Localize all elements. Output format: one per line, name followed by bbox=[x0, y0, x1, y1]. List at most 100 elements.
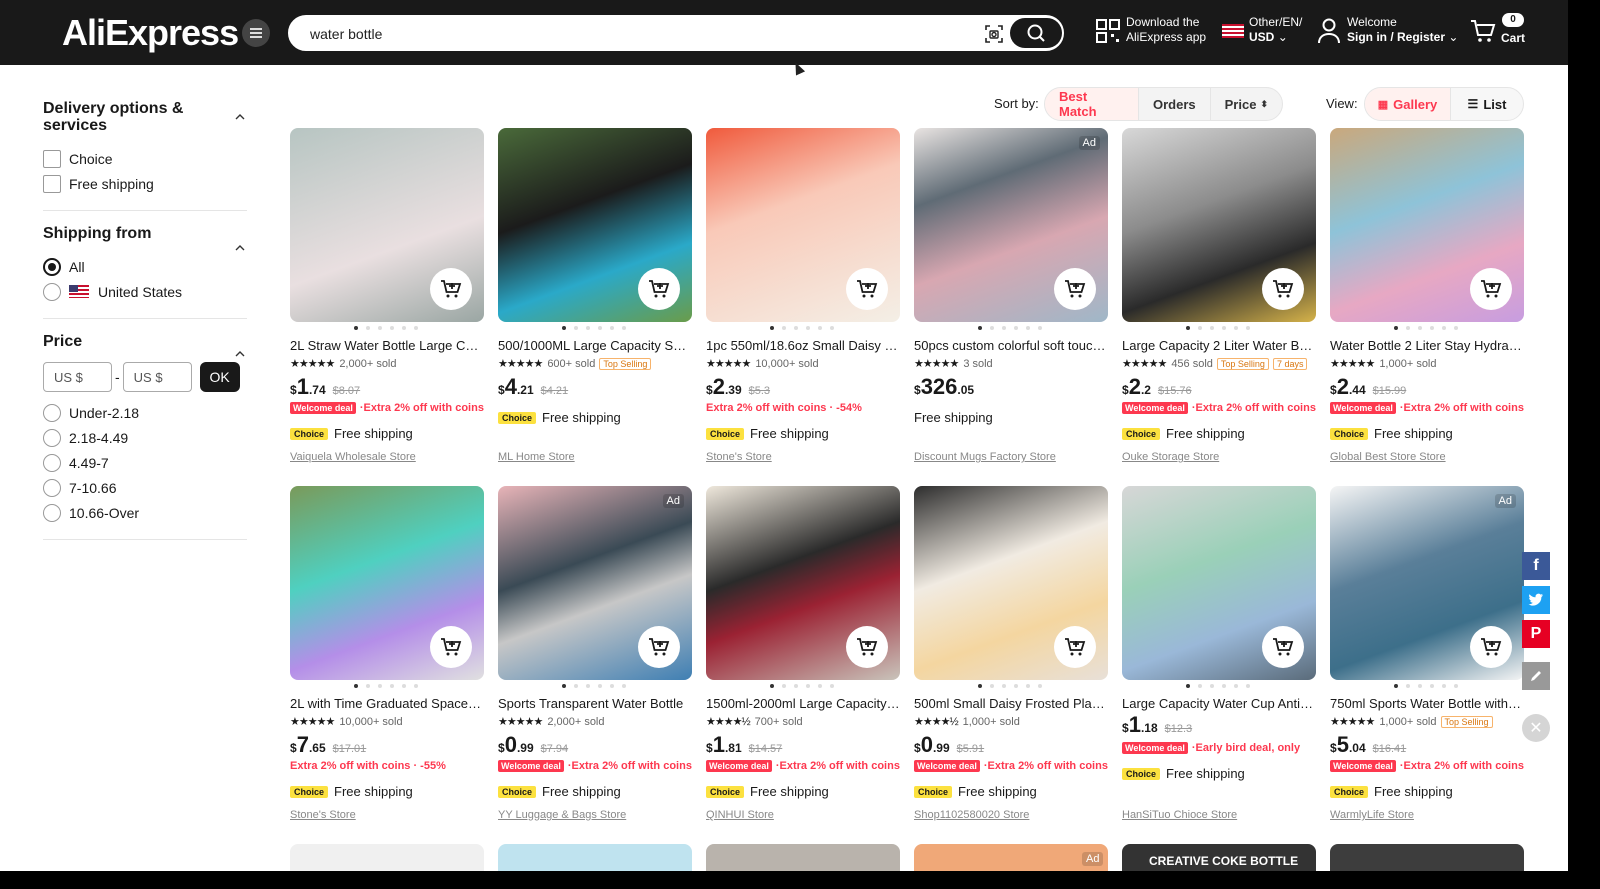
view-list-button[interactable]: ☰ List bbox=[1451, 88, 1523, 120]
image-carousel-dots[interactable] bbox=[354, 684, 424, 689]
search-input[interactable]: water bottle bbox=[310, 26, 382, 42]
product-card[interactable]: 500ml Small Daisy Frosted Plastic Bottle… bbox=[914, 486, 1108, 826]
image-carousel-dots[interactable] bbox=[770, 326, 840, 331]
add-to-cart-button[interactable] bbox=[638, 268, 680, 310]
product-card[interactable]: 500/1000ML Large Capacity Sports Bottle ★… bbox=[498, 128, 692, 468]
close-share-icon[interactable]: ✕ bbox=[1522, 714, 1550, 742]
product-title[interactable]: 1500ml-2000ml Large Capacity Bottle bbox=[706, 696, 900, 711]
add-to-cart-button[interactable] bbox=[846, 626, 888, 668]
sort-best-match[interactable]: Best Match bbox=[1045, 88, 1139, 120]
product-card[interactable]: Ad 750ml Sports Water Bottle with Straw ★★… bbox=[1330, 486, 1524, 826]
cart-label[interactable]: Cart bbox=[1501, 31, 1525, 46]
filter-free-shipping-checkbox[interactable]: Free shipping bbox=[43, 171, 247, 196]
view-gallery-button[interactable]: ▦ Gallery bbox=[1365, 88, 1451, 120]
product-image[interactable] bbox=[914, 844, 1108, 871]
store-link[interactable]: QINHUI Store bbox=[706, 809, 774, 821]
twitter-share-icon[interactable] bbox=[1522, 586, 1550, 614]
store-link[interactable]: Ouke Storage Store bbox=[1122, 451, 1219, 463]
filter-choice-checkbox[interactable]: Choice bbox=[43, 146, 247, 171]
store-link[interactable]: Global Best Store Store bbox=[1330, 451, 1446, 463]
download-app-link[interactable]: Download the AliExpress app bbox=[1126, 15, 1206, 45]
store-link[interactable]: Shop1102580020 Store bbox=[914, 809, 1029, 821]
image-carousel-dots[interactable] bbox=[1394, 326, 1464, 331]
product-title[interactable]: 750ml Sports Water Bottle with Straw bbox=[1330, 696, 1524, 711]
image-search-icon[interactable] bbox=[984, 24, 1004, 44]
sort-price[interactable]: Price ⬍ bbox=[1211, 88, 1282, 120]
product-image[interactable] bbox=[498, 844, 692, 871]
store-link[interactable]: Discount Mugs Factory Store bbox=[914, 451, 1056, 463]
image-carousel-dots[interactable] bbox=[562, 684, 632, 689]
sign-in-register-link[interactable]: Sign in / Register bbox=[1347, 30, 1445, 44]
sort-orders[interactable]: Orders bbox=[1139, 88, 1211, 120]
price-max-input[interactable]: US $ bbox=[122, 362, 192, 392]
store-link[interactable]: Stone's Store bbox=[290, 809, 356, 821]
store-link[interactable]: WarmlyLife Store bbox=[1330, 809, 1414, 821]
product-card[interactable]: Water Bottle 2 Liter Stay Hydrated ★★★★★ 1… bbox=[1330, 128, 1524, 468]
product-card[interactable]: Large Capacity 2 Liter Water Bottle ★★★★★… bbox=[1122, 128, 1316, 468]
product-title[interactable]: 1pc 550ml/18.6oz Small Daisy Bottle bbox=[706, 338, 900, 353]
aliexpress-logo[interactable]: AliExpress bbox=[62, 12, 239, 54]
chevron-up-icon[interactable] bbox=[235, 349, 245, 359]
product-title[interactable]: 500ml Small Daisy Frosted Plastic Bottle bbox=[914, 696, 1108, 711]
product-title[interactable]: 2L with Time Graduated Space Bottle bbox=[290, 696, 484, 711]
product-card[interactable]: Ad 50pcs custom colorful soft touch bottl… bbox=[914, 128, 1108, 468]
product-title[interactable]: Sports Transparent Water Bottle bbox=[498, 696, 692, 711]
image-carousel-dots[interactable] bbox=[978, 684, 1048, 689]
add-to-cart-button[interactable] bbox=[430, 626, 472, 668]
product-title[interactable]: 500/1000ML Large Capacity Sports Bottle bbox=[498, 338, 692, 353]
product-image[interactable] bbox=[1330, 844, 1524, 871]
product-image[interactable] bbox=[706, 844, 900, 871]
chevron-up-icon[interactable] bbox=[235, 243, 245, 253]
search-button[interactable] bbox=[1010, 18, 1062, 48]
product-card[interactable]: 1500ml-2000ml Large Capacity Bottle ★★★★½… bbox=[706, 486, 900, 826]
price-range-radio[interactable]: 4.49-7 bbox=[43, 450, 247, 475]
pinterest-share-icon[interactable]: P bbox=[1522, 620, 1550, 648]
add-to-cart-button[interactable] bbox=[1054, 268, 1096, 310]
price-range-radio[interactable]: 7-10.66 bbox=[43, 475, 247, 500]
image-carousel-dots[interactable] bbox=[1394, 684, 1464, 689]
store-link[interactable]: ML Home Store bbox=[498, 451, 575, 463]
store-link[interactable]: Vaiquela Wholesale Store bbox=[290, 451, 416, 463]
product-card[interactable]: Ad Sports Transparent Water Bottle ★★★★★ 2,… bbox=[498, 486, 692, 826]
product-card[interactable]: Large Capacity Water Cup Anti-fall $1.18 $… bbox=[1122, 486, 1316, 826]
product-title[interactable]: Large Capacity Water Cup Anti-fall bbox=[1122, 696, 1316, 711]
price-range-radio[interactable]: Under-2.18 bbox=[43, 400, 247, 425]
add-to-cart-button[interactable] bbox=[1470, 626, 1512, 668]
price-ok-button[interactable]: OK bbox=[199, 362, 240, 392]
add-to-cart-button[interactable] bbox=[846, 268, 888, 310]
product-card[interactable]: 1pc 550ml/18.6oz Small Daisy Bottle ★★★★★… bbox=[706, 128, 900, 468]
image-carousel-dots[interactable] bbox=[1186, 684, 1256, 689]
ship-from-all-radio[interactable]: All bbox=[43, 254, 247, 279]
add-to-cart-button[interactable] bbox=[1262, 626, 1304, 668]
add-to-cart-button[interactable] bbox=[1470, 268, 1512, 310]
product-title[interactable]: 50pcs custom colorful soft touch bottle bbox=[914, 338, 1108, 353]
store-link[interactable]: YY Luggage & Bags Store bbox=[498, 809, 626, 821]
price-range-radio[interactable]: 10.66-Over bbox=[43, 500, 247, 525]
add-to-cart-button[interactable] bbox=[1054, 626, 1096, 668]
language-currency-selector[interactable]: Other/EN/ USD ⌄ bbox=[1249, 15, 1302, 45]
add-to-cart-button[interactable] bbox=[638, 626, 680, 668]
menu-icon[interactable] bbox=[242, 19, 270, 47]
product-image[interactable] bbox=[290, 844, 484, 871]
image-carousel-dots[interactable] bbox=[770, 684, 840, 689]
product-title[interactable]: Water Bottle 2 Liter Stay Hydrated bbox=[1330, 338, 1524, 353]
product-title[interactable]: 2L Straw Water Bottle Large Capacity bbox=[290, 338, 484, 353]
feedback-edit-icon[interactable] bbox=[1522, 662, 1550, 690]
add-to-cart-button[interactable] bbox=[1262, 268, 1304, 310]
image-carousel-dots[interactable] bbox=[1186, 326, 1256, 331]
image-carousel-dots[interactable] bbox=[562, 326, 632, 331]
account-menu[interactable]: Welcome Sign in / Register ⌄ bbox=[1347, 15, 1458, 45]
product-card[interactable]: 2L with Time Graduated Space Bottle ★★★★★… bbox=[290, 486, 484, 826]
ship-from-us-radio[interactable]: United States bbox=[43, 279, 247, 304]
price-min-input[interactable]: US $ bbox=[43, 362, 112, 392]
image-carousel-dots[interactable] bbox=[354, 326, 424, 331]
image-carousel-dots[interactable] bbox=[978, 326, 1048, 331]
price-range-radio[interactable]: 2.18-4.49 bbox=[43, 425, 247, 450]
store-link[interactable]: HanSiTuo Chioce Store bbox=[1122, 809, 1237, 821]
store-link[interactable]: Stone's Store bbox=[706, 451, 772, 463]
add-to-cart-button[interactable] bbox=[430, 268, 472, 310]
facebook-share-icon[interactable]: f bbox=[1522, 552, 1550, 580]
cart-icon[interactable] bbox=[1470, 19, 1496, 43]
chevron-up-icon[interactable] bbox=[235, 112, 245, 122]
product-card[interactable]: 2L Straw Water Bottle Large Capacity ★★★★… bbox=[290, 128, 484, 468]
